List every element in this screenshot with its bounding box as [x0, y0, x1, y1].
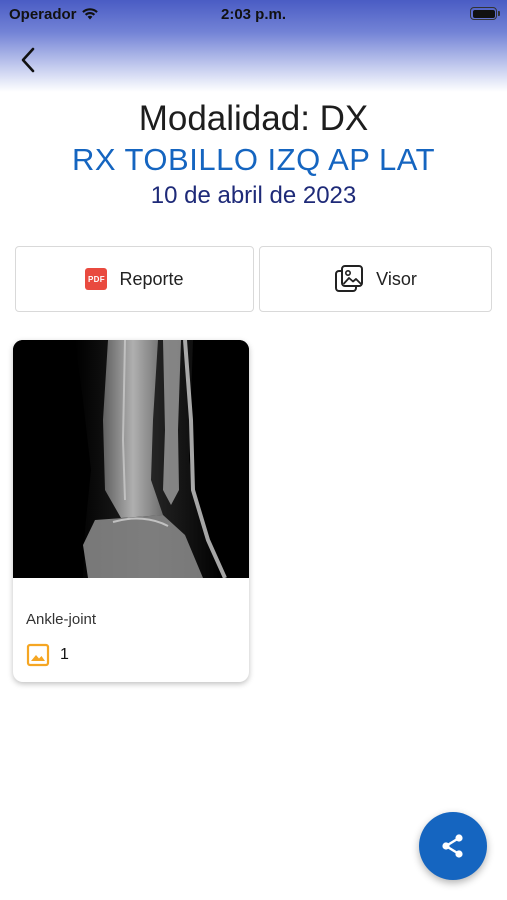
series-label: Ankle-joint — [26, 611, 97, 628]
image-icon — [26, 643, 50, 667]
modality-title: Modalidad: DX — [138, 99, 369, 138]
report-button-label: Reporte — [119, 268, 184, 289]
viewer-button[interactable]: Visor — [259, 246, 492, 312]
status-time: 2:03 p.m. — [220, 6, 287, 23]
viewer-button-label: Visor — [376, 268, 417, 289]
ankle-xray-thumbnail — [13, 340, 249, 578]
pdf-icon: PDF — [85, 268, 108, 290]
report-button[interactable]: PDF Reporte — [15, 246, 254, 312]
share-icon — [442, 834, 463, 858]
share-button[interactable] — [419, 812, 487, 880]
image-count-row: 1 — [26, 643, 69, 667]
back-button[interactable] — [14, 44, 42, 76]
study-name: RX TOBILLO IZQ AP LAT — [71, 142, 436, 177]
study-header: Modalidad: DX RX TOBILLO IZQ AP LAT 10 d… — [0, 98, 507, 212]
images-icon — [335, 265, 364, 292]
chevron-left-icon — [21, 47, 35, 73]
status-bar: Operador 2:03 p.m. — [0, 0, 507, 28]
image-count: 1 — [60, 646, 69, 663]
study-detail-screen: Operador 2:03 p.m. Modalidad: DX RX TOBI… — [0, 0, 507, 900]
study-date: 10 de abril de 2023 — [150, 182, 357, 209]
series-card[interactable]: Ankle-joint 1 — [13, 340, 249, 682]
battery-icon — [470, 7, 500, 20]
